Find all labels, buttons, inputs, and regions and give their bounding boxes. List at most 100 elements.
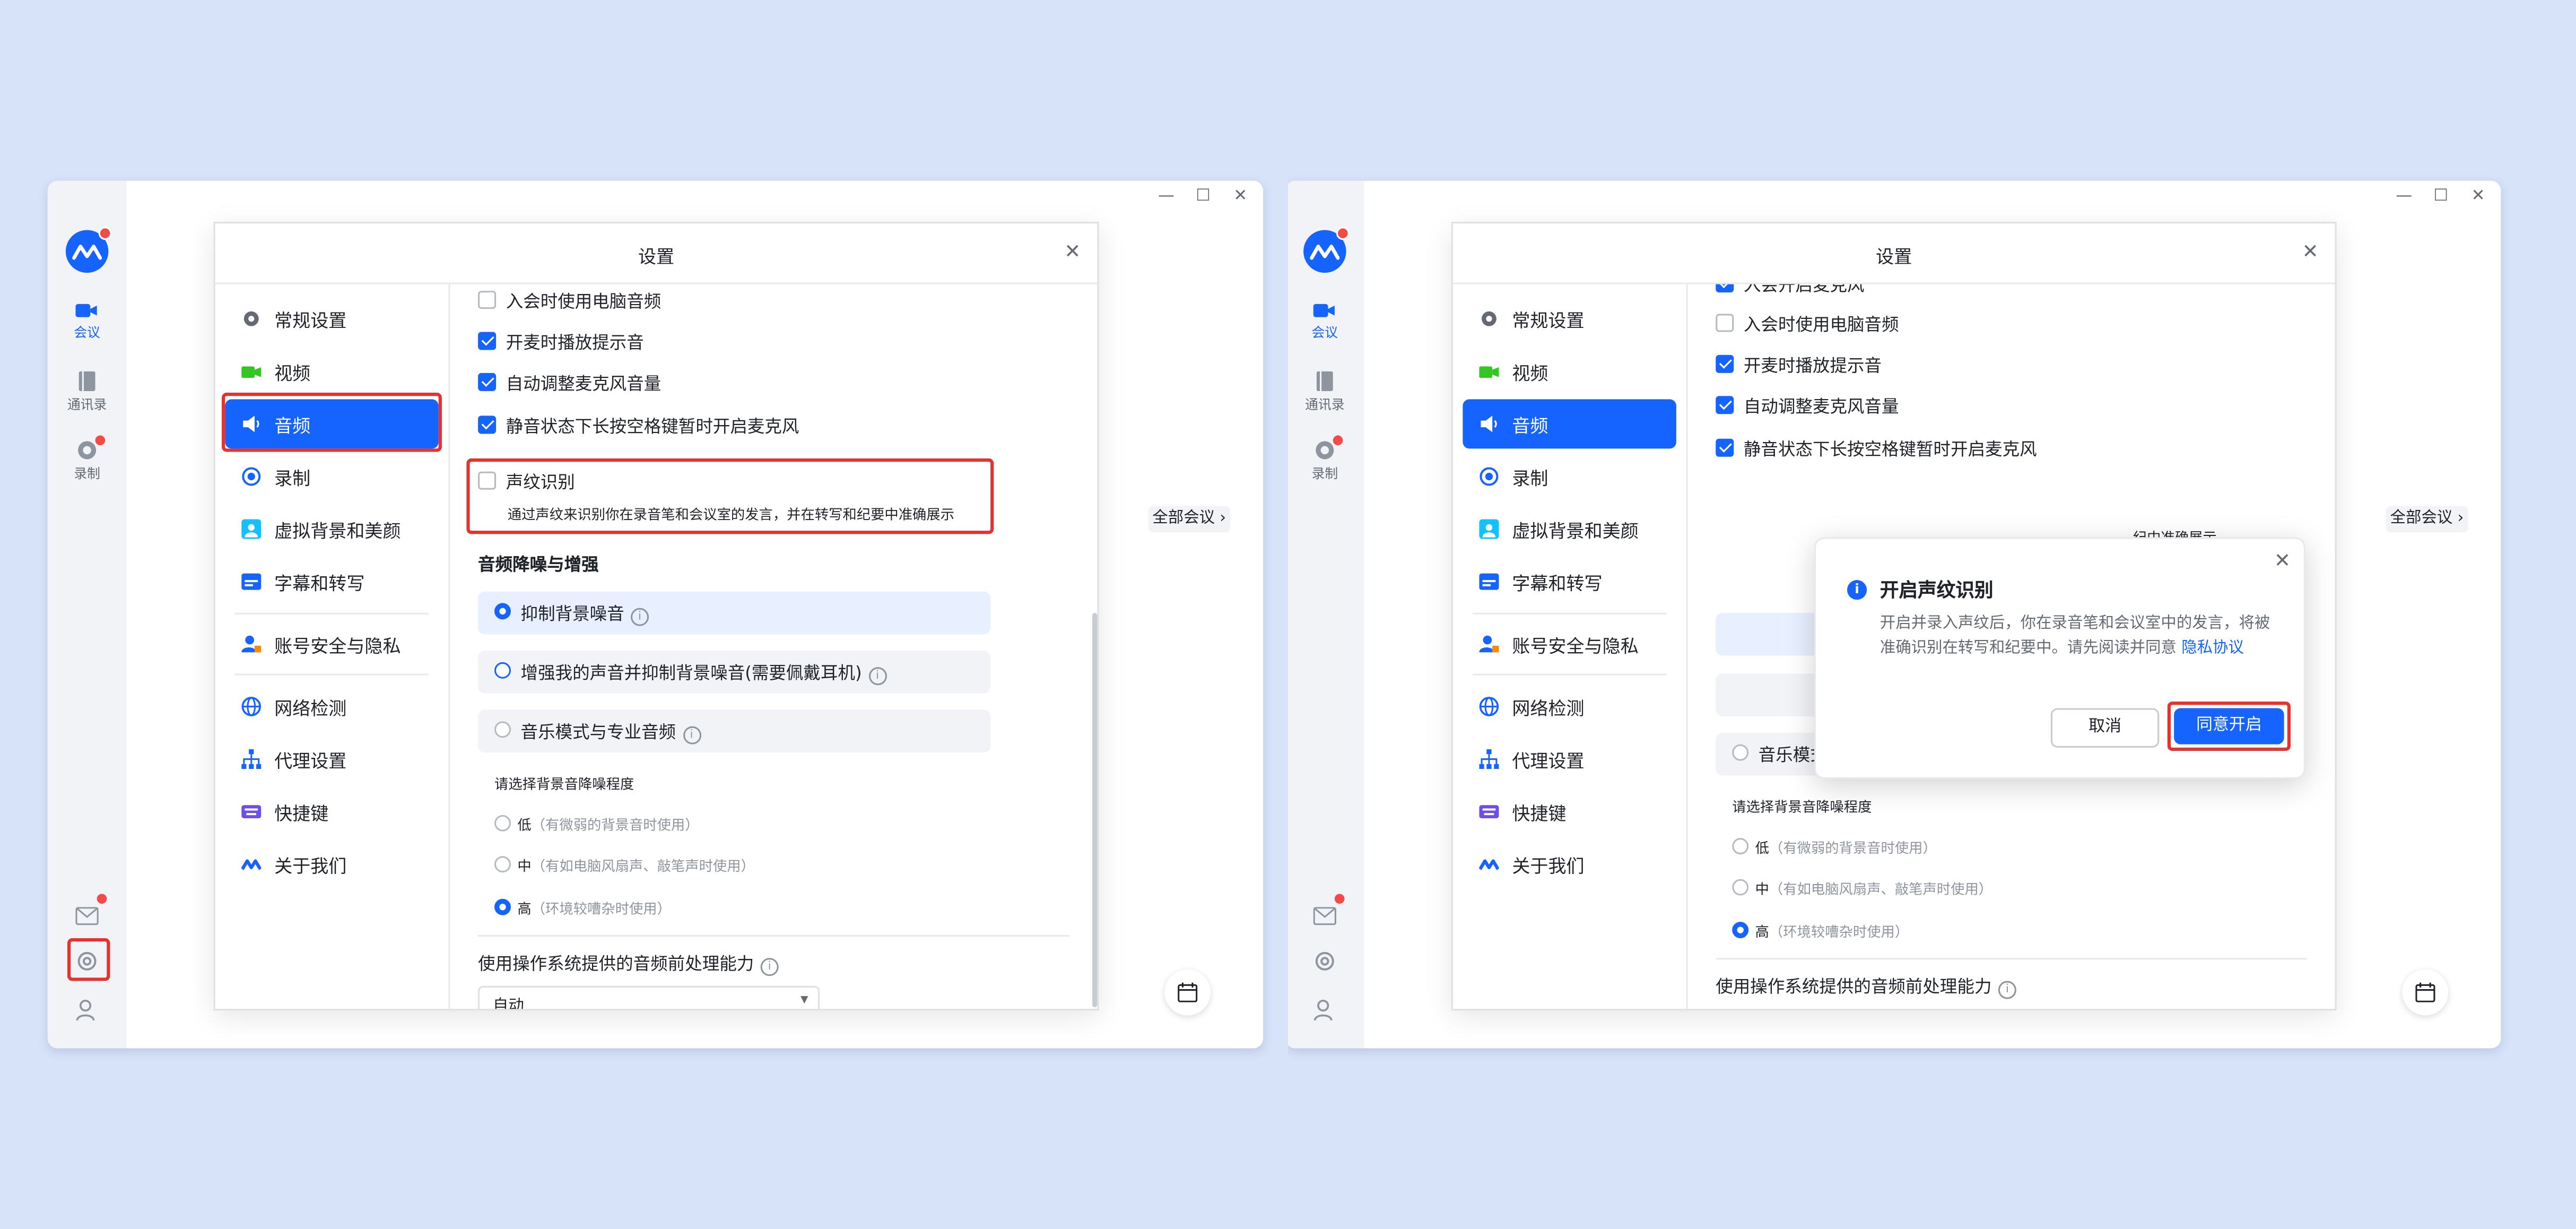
rail-meeting[interactable]: 会议 [48, 302, 127, 342]
check-use-computer-audio[interactable]: 入会时使用电脑音频 [478, 289, 661, 314]
check-play-unmute-sound[interactable]: 开麦时播放提示音 [478, 330, 644, 354]
level-high[interactable]: 高（环境较嘈杂时使用） [1732, 920, 1909, 941]
checkbox[interactable] [478, 291, 497, 309]
info-icon[interactable]: i [631, 608, 649, 626]
user-account-icon[interactable] [1313, 998, 1336, 1029]
privacy-policy-link[interactable]: 隐私协议 [2181, 638, 2244, 656]
nav-item-proxy[interactable]: 代理设置 [225, 734, 439, 784]
nav-item-virtual-background[interactable]: 虚拟背景和美颜 [1463, 505, 1677, 554]
radio[interactable] [494, 856, 511, 873]
info-icon[interactable]: i [868, 667, 887, 686]
check-auto-adjust-mic[interactable]: 自动调整麦克风音量 [478, 371, 661, 396]
gear-icon [1480, 309, 1499, 328]
user-lock-icon [1479, 634, 1499, 654]
info-icon[interactable]: i [1998, 981, 2017, 999]
nav-item-network[interactable]: 网络检测 [225, 682, 439, 731]
check-use-computer-audio[interactable]: 入会时使用电脑音频 [1716, 312, 1899, 336]
check-auto-adjust-mic[interactable]: 自动调整麦克风音量 [1716, 394, 1899, 419]
portrait-icon [1479, 519, 1499, 539]
nav-item-recording[interactable]: 录制 [1463, 452, 1677, 501]
option-enhance-voice[interactable]: 增强我的声音并抑制背景噪音(需要佩戴耳机) i [478, 651, 991, 694]
noise-level-title: 请选择背景音降噪程度 [1732, 800, 1872, 817]
nav-item-video[interactable]: 视频 [225, 347, 439, 396]
settings-gear-icon[interactable] [1313, 948, 1336, 980]
calendar-add-button[interactable] [2402, 969, 2449, 1016]
nav-item-recording[interactable]: 录制 [225, 452, 439, 501]
nav-item-about[interactable]: 关于我们 [225, 839, 439, 889]
nav-item-proxy[interactable]: 代理设置 [1463, 734, 1677, 784]
checkbox[interactable] [478, 332, 497, 350]
radio[interactable] [494, 662, 511, 679]
info-icon[interactable]: i [682, 726, 701, 745]
level-low[interactable]: 低（有微弱的背景音时使用） [494, 813, 699, 835]
app-logo[interactable] [65, 227, 112, 273]
minimize-icon[interactable]: — [1158, 187, 1174, 205]
check-partially-hidden[interactable]: 入会开启麦克风 [1716, 284, 1865, 298]
checkbox[interactable] [478, 373, 497, 391]
level-medium[interactable]: 中（有如电脑风扇声、敲笔声时使用） [1732, 877, 1992, 899]
maximize-icon[interactable]: ☐ [1196, 187, 1211, 205]
scrollbar[interactable] [1092, 612, 1098, 1008]
level-high[interactable]: 高（环境较嘈杂时使用） [494, 897, 671, 919]
checkbox[interactable] [1716, 396, 1734, 414]
nav-item-captions[interactable]: 字幕和转写 [1463, 557, 1677, 607]
nav-item-general[interactable]: 常规设置 [225, 294, 439, 343]
radio[interactable] [1732, 838, 1749, 855]
nav-item-audio[interactable]: 音频 [1463, 399, 1677, 449]
dialog-close-icon[interactable]: ✕ [1064, 240, 1081, 263]
minimize-icon[interactable]: — [2396, 187, 2412, 205]
nav-item-shortcuts[interactable]: 快捷键 [225, 787, 439, 836]
all-meetings-link[interactable]: 全部会议 › [2386, 506, 2468, 533]
popup-close-icon[interactable]: ✕ [2274, 549, 2291, 572]
dialog-close-icon[interactable]: ✕ [2302, 240, 2319, 263]
radio[interactable] [494, 898, 511, 915]
calendar-icon [1178, 982, 1198, 1002]
checkbox[interactable] [1716, 284, 1734, 293]
cancel-button[interactable]: 取消 [2051, 708, 2160, 748]
option-music-mode[interactable]: 音乐模式与专业音频i [478, 709, 991, 753]
level-medium[interactable]: 中（有如电脑风扇声、敲笔声时使用） [494, 854, 755, 876]
nav-item-virtual-background[interactable]: 虚拟背景和美颜 [225, 505, 439, 554]
radio[interactable] [494, 603, 511, 620]
nav-item-shortcuts[interactable]: 快捷键 [1463, 787, 1677, 836]
option-suppress-noise[interactable]: 抑制背景噪音 i [478, 591, 991, 635]
radio[interactable] [1732, 879, 1749, 896]
close-window-icon[interactable]: ✕ [2471, 187, 2485, 205]
os-audio-processing-select[interactable]: 自动 ▼ [478, 985, 820, 1009]
calendar-add-button[interactable] [1164, 969, 1211, 1016]
mail-icon[interactable] [1313, 901, 1337, 932]
all-meetings-link[interactable]: 全部会议 › [1148, 506, 1231, 533]
rail-record[interactable]: 录制 [1288, 440, 1364, 483]
rail-contacts[interactable]: 通讯录 [1288, 371, 1364, 414]
rail-record[interactable]: 录制 [48, 440, 127, 483]
nav-item-about[interactable]: 关于我们 [1463, 839, 1677, 889]
mail-icon[interactable] [75, 901, 99, 932]
settings-nav: 常规设置 视频 音频 录制 虚拟背景和美颜 字幕和转写 账号安全与隐私 网络检测… [215, 284, 450, 1009]
radio[interactable] [1732, 922, 1749, 939]
radio[interactable] [494, 721, 511, 738]
checkbox[interactable] [1716, 354, 1734, 373]
info-icon[interactable]: i [760, 958, 779, 976]
maximize-icon[interactable]: ☐ [2434, 187, 2449, 205]
nav-item-general[interactable]: 常规设置 [1463, 294, 1677, 343]
check-hold-space-unmute[interactable]: 静音状态下长按空格键暂时开启麦克风 [1716, 437, 2037, 462]
rail-meeting[interactable]: 会议 [1288, 302, 1364, 342]
nav-item-network[interactable]: 网络检测 [1463, 682, 1677, 731]
nav-item-account-security[interactable]: 账号安全与隐私 [225, 619, 439, 669]
close-window-icon[interactable]: ✕ [1233, 187, 1247, 205]
nav-item-captions[interactable]: 字幕和转写 [225, 557, 439, 607]
check-play-unmute-sound[interactable]: 开麦时播放提示音 [1716, 353, 1882, 378]
nav-item-video[interactable]: 视频 [1463, 347, 1677, 396]
rail-contacts[interactable]: 通讯录 [48, 371, 127, 414]
checkbox[interactable] [1716, 314, 1734, 332]
radio[interactable] [1732, 744, 1749, 761]
checkbox[interactable] [478, 416, 497, 434]
user-account-icon[interactable] [75, 998, 98, 1029]
check-hold-space-unmute[interactable]: 静音状态下长按空格键暂时开启麦克风 [478, 414, 799, 438]
radio[interactable] [494, 815, 511, 832]
nav-item-account-security[interactable]: 账号安全与隐私 [1463, 619, 1677, 669]
app-logo[interactable] [1303, 227, 1350, 273]
level-low[interactable]: 低（有微弱的背景音时使用） [1732, 836, 1937, 858]
checkbox[interactable] [1716, 438, 1734, 457]
record-badge-dot [1333, 435, 1343, 446]
